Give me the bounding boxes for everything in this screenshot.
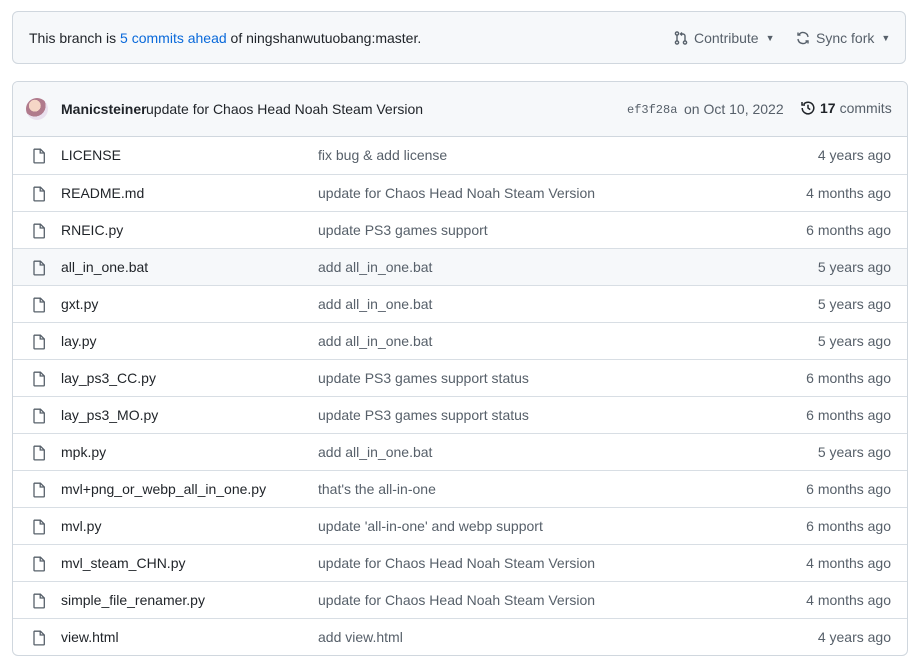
file-name-link[interactable]: lay.py — [61, 333, 97, 349]
file-commit-age: 6 months ago — [806, 481, 891, 497]
file-icon — [32, 630, 46, 649]
branch-status-suffix: of ningshanwutuobang:master. — [226, 30, 422, 46]
file-commit-age: 5 years ago — [817, 259, 891, 275]
file-icon — [32, 556, 46, 575]
file-commit-message-link[interactable]: update 'all-in-one' and webp support — [318, 518, 543, 534]
file-name-link[interactable]: view.html — [61, 629, 119, 645]
file-commit-age: 4 months ago — [806, 185, 891, 201]
file-name-link[interactable]: mpk.py — [61, 444, 106, 460]
file-row[interactable]: lay_ps3_MO.py update PS3 games support st… — [13, 396, 907, 433]
file-commit-message-link[interactable]: update PS3 games support — [318, 222, 488, 238]
file-row[interactable]: all_in_one.bat add all_in_one.bat 5 years … — [13, 248, 907, 285]
file-commit-age: 6 months ago — [806, 407, 891, 423]
commit-date: on Oct 10, 2022 — [684, 101, 784, 117]
file-commit-message-link[interactable]: add all_in_one.bat — [318, 333, 432, 349]
file-icon — [32, 371, 46, 390]
file-row[interactable]: mvl+png_or_webp_all_in_one.py that's the … — [13, 470, 907, 507]
file-icon — [32, 482, 46, 501]
commit-author[interactable]: Manicsteiner — [61, 101, 147, 117]
chevron-down-icon: ▼ — [881, 33, 891, 43]
file-name-link[interactable]: gxt.py — [61, 296, 98, 312]
contribute-button[interactable]: Contribute ▼ — [673, 30, 775, 46]
file-icon — [32, 519, 46, 538]
file-icon — [32, 445, 46, 464]
file-commit-age: 4 months ago — [806, 592, 891, 608]
file-browser: Manicsteiner update for Chaos Head Noah … — [12, 81, 908, 656]
file-commit-age: 5 years ago — [817, 296, 891, 312]
file-icon — [32, 297, 46, 316]
file-name-link[interactable]: RNEIC.py — [61, 222, 123, 238]
file-row[interactable]: lay_ps3_CC.py update PS3 games support st… — [13, 359, 907, 396]
file-name-link[interactable]: mvl+png_or_webp_all_in_one.py — [61, 481, 266, 497]
file-icon — [32, 408, 46, 427]
file-commit-age: 4 years ago — [817, 147, 891, 163]
file-commit-message-link[interactable]: update PS3 games support status — [318, 407, 529, 423]
file-commit-message-link[interactable]: add all_in_one.bat — [318, 259, 432, 275]
file-row[interactable]: mvl_steam_CHN.py update for Chaos Head No… — [13, 544, 907, 581]
file-row[interactable]: view.html add view.html 4 years ago — [13, 618, 907, 655]
file-commit-age: 4 years ago — [817, 629, 891, 645]
file-commit-message-link[interactable]: add all_in_one.bat — [318, 444, 432, 460]
file-row[interactable]: gxt.py add all_in_one.bat 5 years ago — [13, 285, 907, 322]
file-commit-message-link[interactable]: update for Chaos Head Noah Steam Version — [318, 555, 595, 571]
file-commit-message-link[interactable]: update for Chaos Head Noah Steam Version — [318, 592, 595, 608]
branch-status-prefix: This branch is — [29, 30, 121, 46]
file-row[interactable]: RNEIC.py update PS3 games support 6 months… — [13, 211, 907, 248]
file-row[interactable]: simple_file_renamer.py update for Chaos H… — [13, 581, 907, 618]
file-row[interactable]: mvl.py update 'all-in-one' and webp suppo… — [13, 507, 907, 544]
file-name-link[interactable]: lay_ps3_MO.py — [61, 407, 158, 423]
file-name-link[interactable]: simple_file_renamer.py — [61, 592, 205, 608]
file-row[interactable]: mpk.py add all_in_one.bat 5 years ago — [13, 433, 907, 470]
file-icon — [32, 223, 46, 242]
file-row[interactable]: LICENSE fix bug & add license 4 years ago — [13, 137, 907, 174]
commit-sha[interactable]: ef3f28a — [627, 103, 677, 117]
commits-label: commits — [839, 100, 892, 116]
contribute-label: Contribute — [694, 30, 759, 46]
branch-status-text: This branch is 5 commits ahead of ningsh… — [29, 30, 421, 46]
file-name-link[interactable]: all_in_one.bat — [61, 259, 148, 275]
file-name-link[interactable]: mvl_steam_CHN.py — [61, 555, 185, 571]
file-commit-message-link[interactable]: add view.html — [318, 629, 403, 645]
file-commit-age: 5 years ago — [817, 444, 891, 460]
chevron-down-icon: ▼ — [765, 33, 775, 43]
file-list: LICENSE fix bug & add license 4 years ago R… — [13, 137, 907, 655]
commits-ahead-link[interactable]: 5 commits ahead — [120, 30, 227, 46]
file-commit-age: 6 months ago — [806, 370, 891, 386]
file-name-link[interactable]: mvl.py — [61, 518, 101, 534]
file-row[interactable]: lay.py add all_in_one.bat 5 years ago — [13, 322, 907, 359]
latest-commit-bar: Manicsteiner update for Chaos Head Noah … — [13, 82, 907, 137]
file-commit-age: 4 months ago — [806, 555, 891, 571]
file-icon — [32, 186, 46, 205]
file-icon — [32, 334, 46, 353]
file-commit-message-link[interactable]: fix bug & add license — [318, 147, 447, 163]
file-commit-message-link[interactable]: that's the all-in-one — [318, 481, 436, 497]
branch-status-bar: This branch is 5 commits ahead of ningsh… — [12, 11, 906, 64]
git-pull-request-icon — [674, 31, 688, 45]
file-row[interactable]: README.md update for Chaos Head Noah Stea… — [13, 174, 907, 211]
file-name-link[interactable]: LICENSE — [61, 147, 121, 163]
avatar[interactable] — [26, 98, 48, 120]
sync-fork-label: Sync fork — [816, 30, 875, 46]
file-commit-age: 6 months ago — [806, 518, 891, 534]
file-commit-message-link[interactable]: update for Chaos Head Noah Steam Version — [318, 185, 595, 201]
file-icon — [32, 148, 46, 167]
file-name-link[interactable]: README.md — [61, 185, 144, 201]
commits-history-link[interactable]: 17 commits — [800, 100, 892, 116]
commit-count: 17 — [820, 100, 836, 116]
file-commit-message-link[interactable]: add all_in_one.bat — [318, 296, 432, 312]
file-commit-age: 5 years ago — [817, 333, 891, 349]
sync-fork-button[interactable]: Sync fork ▼ — [795, 30, 890, 46]
sync-icon — [797, 31, 809, 45]
file-name-link[interactable]: lay_ps3_CC.py — [61, 370, 156, 386]
history-icon — [801, 101, 815, 115]
file-commit-age: 6 months ago — [806, 222, 891, 238]
file-icon — [32, 593, 46, 612]
commit-message[interactable]: update for Chaos Head Noah Steam Version — [146, 101, 423, 117]
file-commit-message-link[interactable]: update PS3 games support status — [318, 370, 529, 386]
file-icon — [32, 260, 46, 279]
